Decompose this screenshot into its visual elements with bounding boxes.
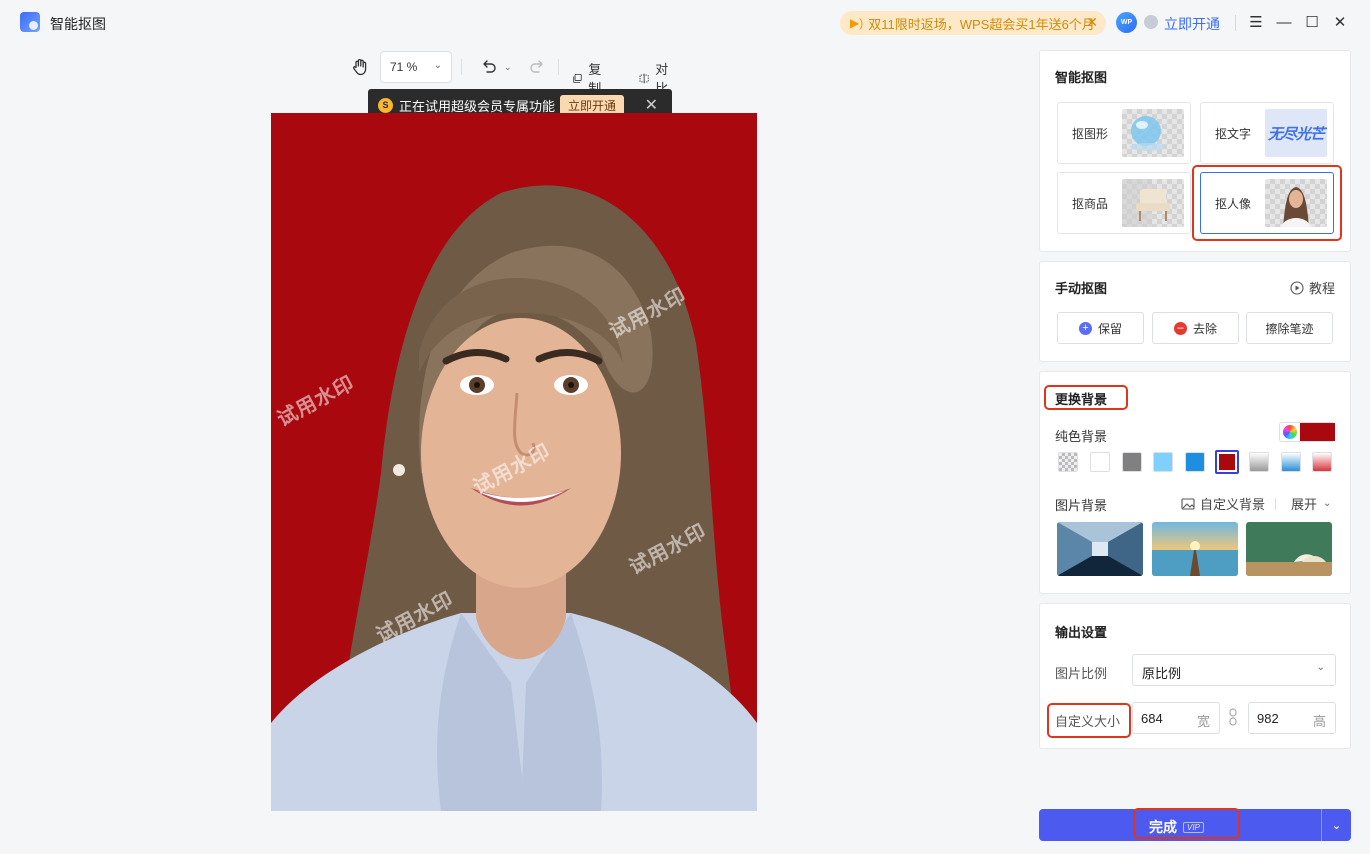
app-logo-icon [20,12,40,32]
swatch-light-blue[interactable] [1153,452,1173,472]
cutout-product-card[interactable]: 抠商品 [1057,172,1191,234]
custom-background-button[interactable]: 自定义背景 [1181,494,1265,513]
speaker-icon: ▶) [850,16,864,30]
chevron-down-icon: ⌄ [433,60,442,71]
keep-button[interactable]: + 保留 [1057,312,1144,344]
chevron-down-icon: ⌄ [1323,498,1332,509]
minus-icon: – [1173,321,1187,335]
menu-icon[interactable]: ☰ [1246,12,1266,32]
highlight-box [1133,808,1240,839]
minimize-icon[interactable]: — [1274,12,1294,32]
height-unit: 高 [1312,714,1326,729]
swatch-gradient-gray[interactable] [1249,452,1269,472]
glass-sphere-icon [1122,109,1184,157]
promo-banner[interactable]: ▶) 双11限时返场，WPS超会买1年送6个月 ✕ [840,11,1106,35]
undo-button[interactable]: ⌄ [480,58,512,76]
divider [461,59,462,75]
card-label: 抠文字 [1215,127,1252,141]
chevron-down-icon: ⌄ [1316,662,1325,673]
ratio-label: 图片比例 [1055,666,1108,681]
swatch-gradient-red[interactable] [1312,452,1332,472]
swatch-red-selected[interactable] [1215,450,1239,474]
promo-text: 双11限时返场，WPS超会买1年送6个月 [868,16,1095,32]
width-input[interactable]: 684 宽 [1132,702,1220,734]
image-background-label: 图片背景 [1055,498,1108,513]
play-circle-icon [1290,280,1304,295]
swatch-blue[interactable] [1185,452,1205,472]
color-wheel-icon [1283,425,1297,439]
redo-button[interactable] [528,58,546,76]
compare-icon [639,73,649,83]
bg-image-chalkboard[interactable] [1246,522,1332,576]
promo-close-icon[interactable]: ✕ [1086,14,1098,31]
expand-label: 展开 [1291,497,1318,512]
keep-label: 保留 [1097,321,1122,336]
plus-icon: + [1078,321,1092,335]
custom-background-label: 自定义背景 [1200,497,1266,512]
trial-text: 正在试用超级会员专属功能 [399,98,556,114]
title-bar: 智能抠图 ▶) 双11限时返场，WPS超会买1年送6个月 ✕ WP 立即开通 ☰… [0,0,1370,46]
output-settings-title: 输出设置 [1055,625,1108,640]
image-canvas[interactable]: 试用水印 试用水印 试用水印 试用水印 试用水印 [271,113,757,811]
divider [1235,15,1236,31]
avatar[interactable]: WP [1116,12,1137,33]
width-unit: 宽 [1196,714,1210,729]
swatch-white[interactable] [1090,452,1110,472]
done-dropdown-chevron-icon[interactable]: ⌄ [1322,809,1351,841]
remove-button[interactable]: – 去除 [1152,312,1239,344]
card-label: 抠商品 [1072,197,1109,211]
swatch-gray[interactable] [1122,452,1142,472]
width-value: 684 [1141,711,1163,726]
close-icon[interactable]: ✕ [645,95,658,115]
tutorial-label: 教程 [1308,281,1335,296]
manual-cutout-title: 手动抠图 [1055,281,1108,296]
image-icon [1181,497,1195,510]
app-title: 智能抠图 [50,16,106,32]
zoom-value: 71 % [390,60,418,74]
highlight-box [1044,385,1128,410]
redo-icon [530,60,543,73]
copy-icon [573,73,582,83]
chevron-down-icon: ⌄ [504,61,512,72]
cutout-text-card[interactable]: 抠文字 无尽光芒 [1200,102,1334,164]
vip-status-icon [1144,15,1158,29]
remove-label: 去除 [1192,321,1217,336]
height-input[interactable]: 982 高 [1248,702,1336,734]
zoom-select[interactable]: 71 % ⌄ [380,51,452,83]
vip-badge-icon: S [378,97,393,113]
tutorial-link[interactable]: 教程 [1290,278,1335,297]
erase-strokes-button[interactable]: 擦除笔迹 [1246,312,1333,344]
ratio-select[interactable]: 原比例 ⌄ [1132,654,1336,686]
maximize-icon[interactable]: ☐ [1302,12,1322,32]
divider [1275,498,1276,510]
solid-background-label: 纯色背景 [1055,429,1108,444]
bg-image-building[interactable] [1057,522,1143,576]
ratio-value: 原比例 [1142,666,1182,681]
swatch-gradient-blue[interactable] [1281,452,1301,472]
highlight-box [1047,703,1131,738]
color-picker[interactable] [1279,422,1335,442]
current-color-swatch [1300,423,1335,441]
close-window-icon[interactable]: ✕ [1330,12,1350,32]
expand-button[interactable]: 展开 ⌄ [1291,494,1331,513]
titlebar-open-vip-link[interactable]: 立即开通 [1164,14,1220,34]
thumb-text: 无尽光芒 [1267,125,1325,143]
card-label: 抠图形 [1072,127,1109,141]
smart-cutout-title: 智能抠图 [1055,70,1108,85]
cutout-shape-card[interactable]: 抠图形 [1057,102,1191,164]
swatch-transparent[interactable] [1058,452,1078,472]
pan-hand-icon[interactable] [350,57,370,77]
bg-image-lake-pier[interactable] [1152,522,1238,576]
text-thumb: 无尽光芒 [1265,109,1327,157]
smart-cutout-panel: 智能抠图 抠图形 抠文字 无尽光芒 抠商品 抠人像 [1039,50,1351,252]
link-aspect-icon[interactable] [1227,708,1239,726]
armchair-icon [1122,179,1184,227]
undo-icon [483,60,496,73]
highlight-box [1192,165,1342,241]
height-value: 982 [1257,711,1279,726]
divider [558,59,559,75]
